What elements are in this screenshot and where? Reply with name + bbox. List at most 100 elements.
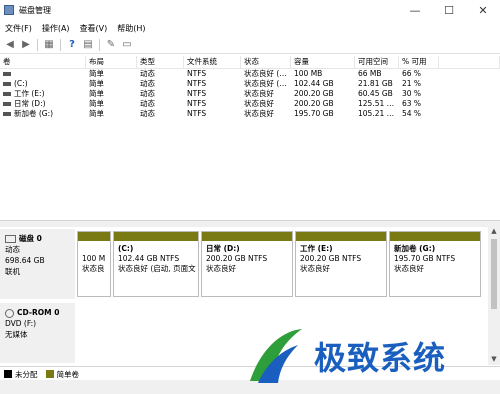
- table-row[interactable]: 日常 (D:) 简单 动态 NTFS 状态良好 200.20 GB 125.51 … 63 %: [0, 99, 500, 109]
- connect-icon[interactable]: ✎: [105, 39, 117, 51]
- cdrom-media-status: 无媒体: [5, 330, 28, 339]
- cdrom-0-label[interactable]: CD-ROM 0 DVD (F:) 无媒体: [0, 303, 76, 363]
- table-row[interactable]: 新加卷 (G:) 简单 动态 NTFS 状态良好 195.70 GB 105.21 … 54 …: [0, 109, 500, 119]
- back-arrow-icon[interactable]: ◀: [4, 39, 16, 51]
- table-header: 卷 布局 类型 文件系统 状态 容量 可用空间 % 可用: [0, 56, 500, 69]
- cdrom-drive: DVD (F:): [5, 319, 37, 328]
- partition-body: 新加卷 (G:) 195.70 GB NTFS 状态良好: [390, 241, 480, 277]
- disk-0-type: 动态: [5, 245, 20, 254]
- volume-name: 工作 (E:): [14, 89, 45, 98]
- cell-layout: 简单: [89, 89, 104, 98]
- partition-block[interactable]: 工作 (E:) 200.20 GB NTFS 状态良好: [295, 231, 387, 297]
- menu-help[interactable]: 帮助(H): [112, 23, 150, 34]
- cell-status: 状态良好: [244, 99, 274, 108]
- cell-filesystem: NTFS: [187, 99, 207, 108]
- partition-color-bar: [390, 232, 480, 241]
- cell-percent-free: 63 %: [402, 99, 422, 108]
- cell-type: 动态: [140, 99, 155, 108]
- cell-volume: [0, 69, 86, 79]
- cell-free-space: 66 MB: [358, 69, 382, 78]
- cell-layout: 简单: [89, 79, 104, 88]
- menu-action[interactable]: 操作(A): [37, 23, 75, 34]
- disk-0-label[interactable]: 磁盘 0 动态 698.64 GB 联机: [0, 229, 76, 299]
- header-layout[interactable]: 布局: [86, 56, 137, 68]
- cell-layout: 简单: [89, 99, 104, 108]
- watermark-text: 极致系统: [314, 339, 447, 377]
- volume-table: 卷 布局 类型 文件系统 状态 容量 可用空间 % 可用 简单 动态 NTFS 状态良…: [0, 56, 500, 216]
- partition-body: 日常 (D:) 200.20 GB NTFS 状态良好: [202, 241, 292, 277]
- cell-capacity: 200.20 GB: [294, 89, 334, 98]
- cell-filesystem: NTFS: [187, 109, 207, 118]
- header-capacity[interactable]: 容量: [291, 56, 355, 68]
- cell-volume: 工作 (E:): [0, 89, 86, 99]
- cell-percent-free: 54 %: [402, 109, 422, 118]
- cell-filesystem: NTFS: [187, 79, 207, 88]
- partition-color-bar: [78, 232, 110, 241]
- cell-empty: [439, 69, 500, 79]
- maximize-button[interactable]: ☐: [432, 0, 466, 20]
- disk-0-title: 磁盘 0: [19, 234, 42, 243]
- cell-status: 状态良好 (…: [244, 69, 287, 78]
- header-type[interactable]: 类型: [137, 56, 184, 68]
- toolbar-separator: [99, 38, 100, 51]
- cell-capacity: 200.20 GB: [294, 99, 334, 108]
- cdrom-0-title: CD-ROM 0: [17, 308, 60, 317]
- toolbar-separator: [37, 38, 38, 51]
- volume-name: 新加卷 (G:): [14, 109, 54, 118]
- partition-block[interactable]: 100 M 状态良: [77, 231, 111, 297]
- properties-icon[interactable]: ▦: [43, 39, 55, 51]
- partition-name: (C:): [118, 244, 134, 253]
- cell-status: 状态良好: [244, 109, 274, 118]
- list-view-icon[interactable]: ▭: [121, 39, 133, 51]
- volume-icon: [3, 112, 11, 116]
- cell-free-space: 125.51 …: [358, 99, 395, 108]
- partition-name: [82, 244, 106, 254]
- menu-bar: 文件(F) 操作(A) 查看(V) 帮助(H): [0, 20, 500, 36]
- cell-percent-free: 66 %: [402, 69, 422, 78]
- header-status[interactable]: 状态: [241, 56, 291, 68]
- table-row[interactable]: 工作 (E:) 简单 动态 NTFS 状态良好 200.20 GB 60.45 GB 30 %: [0, 89, 500, 99]
- menu-view[interactable]: 查看(V): [75, 23, 113, 34]
- cell-empty: [439, 109, 500, 119]
- partition-name: 工作 (E:): [300, 244, 333, 253]
- cell-volume: 新加卷 (G:): [0, 109, 86, 119]
- partition-body: (C:) 102.44 GB NTFS 状态良好 (启动, 页面文: [114, 241, 198, 277]
- partition-size: 195.70 GB NTFS: [394, 254, 456, 263]
- cell-free-space: 21.81 GB: [358, 79, 393, 88]
- volume-name: (C:): [14, 79, 28, 88]
- disk-0-partitions: 100 M 状态良 (C:) 102.44 GB NTFS 状态良好 (启动, 页面文日…: [76, 229, 488, 299]
- volume-name: 日常 (D:): [14, 99, 46, 108]
- partition-color-bar: [296, 232, 386, 241]
- partition-block[interactable]: 新加卷 (G:) 195.70 GB NTFS 状态良好: [389, 231, 481, 297]
- partition-block[interactable]: 日常 (D:) 200.20 GB NTFS 状态良好: [201, 231, 293, 297]
- partition-color-bar: [114, 232, 198, 241]
- table-row[interactable]: 简单 动态 NTFS 状态良好 (… 100 MB 66 MB 66 %: [0, 69, 500, 79]
- header-volume[interactable]: 卷: [0, 56, 86, 68]
- header-percent-free[interactable]: % 可用: [399, 56, 439, 68]
- cell-filesystem: NTFS: [187, 69, 207, 78]
- toolbar-separator: [60, 38, 61, 51]
- header-free-space[interactable]: 可用空间: [355, 56, 399, 68]
- partition-color-bar: [202, 232, 292, 241]
- forward-arrow-icon[interactable]: ▶: [20, 39, 32, 51]
- scrollbar-thumb[interactable]: [491, 239, 497, 309]
- table-row[interactable]: (C:) 简单 动态 NTFS 状态良好 (… 102.44 GB 21.81 GB 21 %: [0, 79, 500, 89]
- disk-0-row: 磁盘 0 动态 698.64 GB 联机 100 M 状态良 (C:) 102.44 …: [0, 229, 488, 299]
- close-button[interactable]: ✕: [466, 0, 500, 20]
- partition-size: 200.20 GB NTFS: [206, 254, 268, 263]
- minimize-button[interactable]: —: [398, 0, 432, 20]
- menu-file[interactable]: 文件(F): [0, 23, 37, 34]
- disk-0-size: 698.64 GB: [5, 256, 45, 265]
- cell-percent-free: 21 %: [402, 79, 422, 88]
- partition-status: 状态良: [82, 264, 105, 273]
- scroll-up-icon[interactable]: ▲: [488, 227, 500, 237]
- cell-capacity: 100 MB: [294, 69, 323, 78]
- header-filesystem[interactable]: 文件系统: [184, 56, 241, 68]
- cdrom-icon: [5, 308, 14, 318]
- disk-view-icon[interactable]: ▤: [82, 39, 94, 51]
- partition-block[interactable]: (C:) 102.44 GB NTFS 状态良好 (启动, 页面文: [113, 231, 199, 297]
- unallocated-swatch: [4, 370, 12, 378]
- partition-body: 工作 (E:) 200.20 GB NTFS 状态良好: [296, 241, 386, 277]
- watermark-logo-icon: [250, 329, 302, 383]
- help-icon[interactable]: ?: [66, 39, 78, 51]
